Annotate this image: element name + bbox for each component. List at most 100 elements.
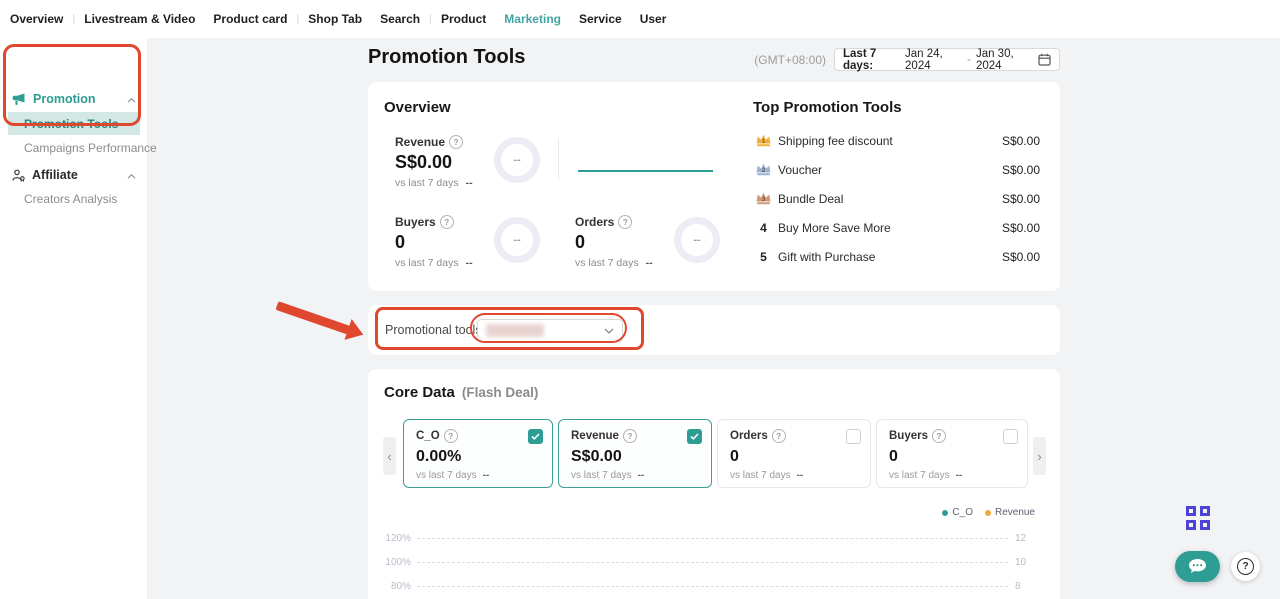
compare-label: vs last 7 days (395, 177, 459, 189)
grid-square (1186, 520, 1196, 530)
page-title: Promotion Tools (368, 46, 525, 69)
core-metric-label: C_O (416, 430, 440, 442)
legend-dot-orange (985, 510, 991, 516)
metric-value: S$0.00 (395, 152, 473, 173)
help-icon[interactable]: ? (444, 429, 458, 443)
top-tool-value: S$0.00 (1002, 163, 1040, 177)
sidebar-item-promotion-tools[interactable]: Promotion Tools (8, 112, 140, 135)
date-range-picker[interactable]: Last 7 days: Jan 24, 2024 - Jan 30, 2024 (834, 48, 1060, 71)
help-icon[interactable]: ? (440, 215, 454, 229)
metric-label: Buyers (395, 215, 436, 229)
checkbox-unchecked[interactable] (846, 429, 861, 444)
sidebar-section-affiliate[interactable]: Affiliate (12, 166, 136, 184)
donut-placeholder: -- (693, 234, 700, 246)
chevron-left-icon: ‹ (387, 449, 391, 464)
nav-item-search[interactable]: Search (371, 12, 429, 26)
carousel-left-button[interactable]: ‹ (383, 437, 396, 475)
chat-support-button[interactable] (1175, 551, 1220, 582)
nav-item-service[interactable]: Service (570, 12, 631, 26)
megaphone-icon (12, 93, 26, 106)
core-metric-value: 0 (730, 448, 858, 466)
top-tool-row: 4 Buy More Save More S$0.00 (755, 218, 1040, 238)
metric-value: 0 (575, 232, 653, 253)
compare-value: -- (466, 257, 473, 269)
rank-number: 4 (755, 221, 772, 235)
core-metric-card-revenue[interactable]: Revenue ? S$0.00 vs last 7 days -- (558, 419, 712, 488)
legend-item-revenue[interactable]: Revenue (985, 507, 1035, 518)
rank-number: 2 (755, 168, 772, 174)
app-window: Overview | Livestream & Video Product ca… (0, 0, 1280, 599)
chevron-up-icon (127, 90, 136, 108)
chat-bubble-icon (1187, 558, 1208, 575)
y-axis-tick-right: 10 (1015, 557, 1026, 568)
chevron-up-icon (127, 166, 136, 184)
revenue-donut-chart: -- (494, 137, 540, 183)
gold-crown-icon: 1 (755, 133, 772, 149)
nav-item-product-card[interactable]: Product card (204, 12, 296, 26)
top-tool-value: S$0.00 (1002, 134, 1040, 148)
grid-square (1186, 506, 1196, 516)
compare-value: -- (638, 470, 645, 481)
core-metric-value: S$0.00 (571, 448, 699, 466)
checkbox-unchecked[interactable] (1003, 429, 1018, 444)
y-axis-tick-right: 8 (1015, 581, 1021, 592)
nav-item-overview[interactable]: Overview (1, 12, 72, 26)
promotional-tools-filter-card: Promotional tools (368, 305, 1060, 355)
top-tool-value: S$0.00 (1002, 192, 1040, 206)
promotional-tools-dropdown[interactable] (477, 319, 623, 342)
top-tool-value: S$0.00 (1002, 221, 1040, 235)
nav-item-product[interactable]: Product (432, 12, 495, 26)
carousel-right-button[interactable]: › (1033, 437, 1046, 475)
legend-label: Revenue (995, 507, 1035, 518)
help-icon[interactable]: ? (772, 429, 786, 443)
core-metric-value: 0 (889, 448, 1015, 466)
help-icon[interactable]: ? (449, 135, 463, 149)
compare-label: vs last 7 days (571, 470, 632, 481)
chevron-down-icon (604, 328, 614, 334)
sidebar-section-label: Promotion (33, 92, 96, 106)
help-icon[interactable]: ? (618, 215, 632, 229)
chart-gridline (417, 538, 1008, 539)
checkbox-checked[interactable] (687, 429, 702, 444)
compare-label: vs last 7 days (730, 470, 791, 481)
help-button[interactable]: ? (1231, 552, 1260, 581)
rank-number: 5 (755, 250, 772, 264)
core-metric-label: Buyers (889, 430, 928, 442)
overview-card: Overview Revenue ? S$0.00 vs last 7 days… (368, 82, 1060, 291)
core-metric-label: Revenue (571, 430, 619, 442)
core-metric-card-buyers[interactable]: Buyers ? 0 vs last 7 days -- (876, 419, 1028, 488)
compare-label: vs last 7 days (416, 470, 477, 481)
nav-item-user[interactable]: User (631, 12, 676, 26)
checkbox-checked[interactable] (528, 429, 543, 444)
core-data-subtitle: (Flash Deal) (462, 385, 539, 400)
donut-placeholder: -- (513, 154, 520, 166)
nav-item-marketing[interactable]: Marketing (495, 12, 570, 26)
chart-gridline (417, 586, 1008, 587)
rank-number: 3 (755, 197, 772, 203)
buyers-donut-chart: -- (494, 217, 540, 263)
help-icon[interactable]: ? (932, 429, 946, 443)
help-icon[interactable]: ? (623, 429, 637, 443)
core-metric-card-co[interactable]: C_O ? 0.00% vs last 7 days -- (403, 419, 553, 488)
donut-placeholder: -- (513, 234, 520, 246)
bronze-crown-icon: 3 (755, 191, 772, 207)
sidebar-section-promotion[interactable]: Promotion (12, 90, 136, 108)
compare-value: -- (797, 470, 804, 481)
nav-item-livestream-video[interactable]: Livestream & Video (75, 12, 204, 26)
date-separator: - (967, 54, 971, 66)
core-metric-card-orders[interactable]: Orders ? 0 vs last 7 days -- (717, 419, 871, 488)
timezone-label: (GMT+08:00) (712, 53, 826, 67)
nav-item-shop-tab[interactable]: Shop Tab (299, 12, 371, 26)
overview-title: Overview (384, 99, 451, 116)
y-axis-tick-left: 100% (368, 557, 411, 568)
top-tool-row: 5 Gift with Purchase S$0.00 (755, 247, 1040, 267)
grid-square (1200, 506, 1210, 516)
sidebar: Promotion Promotion Tools Campaigns Perf… (0, 38, 147, 599)
legend-item-co[interactable]: C_O (942, 507, 973, 518)
grid-apps-icon[interactable] (1186, 506, 1210, 530)
sidebar-item-campaigns-performance[interactable]: Campaigns Performance (24, 141, 157, 155)
metric-value: 0 (395, 232, 473, 253)
legend-label: C_O (952, 507, 973, 518)
sidebar-item-creators-analysis[interactable]: Creators Analysis (24, 192, 117, 206)
core-metric-label: Orders (730, 430, 768, 442)
